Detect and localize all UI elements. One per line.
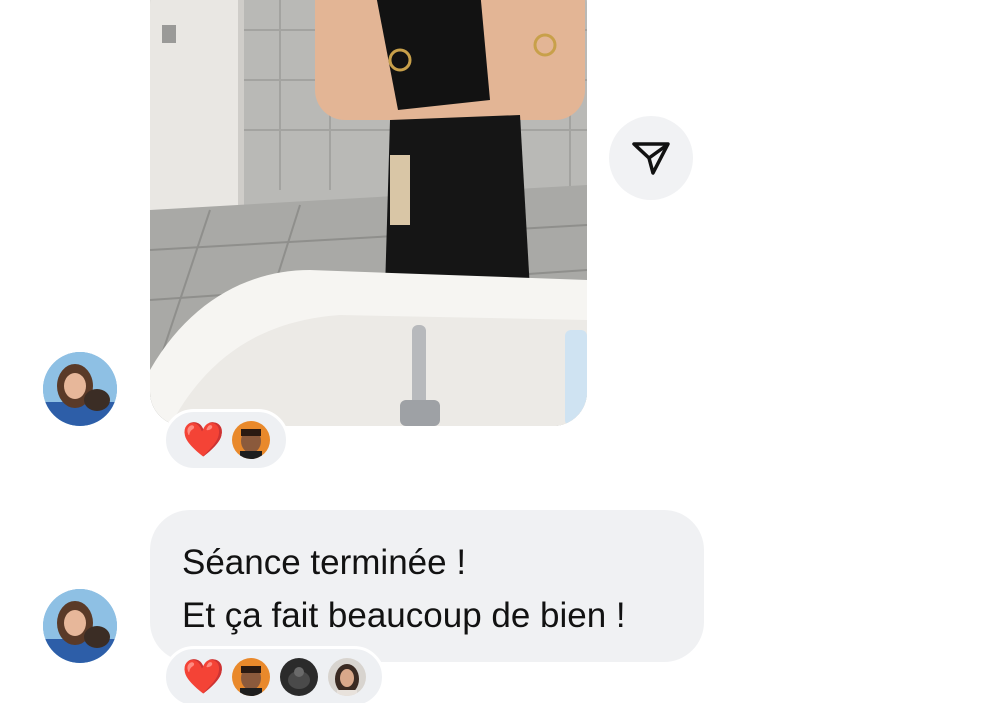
chat-thread: ❤️ Séance terminée ! Et ça fait beaucoup…: [0, 0, 1000, 703]
reactor-avatar: [328, 658, 366, 696]
message-line-1: Séance terminée !: [182, 543, 467, 582]
avatar-photo: [43, 589, 117, 663]
sender-avatar[interactable]: [43, 589, 117, 663]
message-line-2: Et ça fait beaucoup de bien !: [182, 596, 626, 635]
avatar-photo: [43, 352, 117, 426]
share-button[interactable]: [609, 116, 693, 200]
heart-reaction-icon: ❤️: [182, 420, 225, 460]
heart-reaction-icon: ❤️: [182, 657, 225, 697]
reactor-avatar: [232, 658, 270, 696]
mirror-selfie-photo: [150, 0, 587, 426]
photo-reactions[interactable]: ❤️: [163, 409, 289, 471]
photo-message[interactable]: [150, 0, 587, 426]
sender-avatar[interactable]: [43, 352, 117, 426]
paper-plane-icon: [632, 142, 670, 175]
text-reactions[interactable]: ❤️: [163, 646, 385, 703]
reactor-avatar: [280, 658, 318, 696]
reactor-avatar: [232, 421, 270, 459]
text-message-bubble[interactable]: Séance terminée ! Et ça fait beaucoup de…: [150, 510, 704, 662]
